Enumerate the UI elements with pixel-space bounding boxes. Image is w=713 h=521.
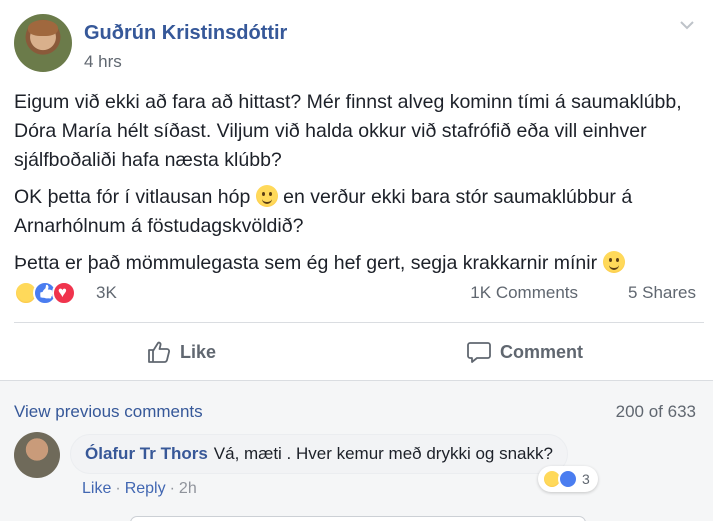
author-name[interactable]: Guðrún Kristinsdóttir [84, 22, 287, 45]
comment-reaction-count: 3 [582, 471, 590, 487]
reply-input-partial[interactable] [130, 516, 586, 521]
comment-reply-link[interactable]: Reply [125, 480, 166, 497]
shares-count[interactable]: 5 Shares [628, 283, 696, 303]
divider [0, 380, 713, 381]
reactions-summary: 3K 1K Comments 5 Shares [14, 280, 704, 308]
comment-author[interactable]: Ólafur Tr Thors [85, 444, 208, 464]
chevron-down-icon[interactable] [678, 16, 696, 34]
separator-dot: · [169, 480, 175, 497]
comment-button[interactable]: Comment [466, 336, 583, 368]
thumbs-up-icon [148, 341, 171, 363]
post-paragraph: Þetta er það mömmulegasta sem ég hef ger… [14, 249, 704, 278]
reaction-icons[interactable] [14, 281, 94, 305]
comment-bubble: Ólafur Tr Thors Vá, mæti . Hver kemur me… [70, 434, 568, 474]
post-actions: Like Comment [14, 326, 704, 378]
like-reaction-icon [558, 469, 578, 489]
post-paragraph: OK þetta fór í vitlausan hóp en verður e… [14, 185, 633, 237]
divider [14, 322, 704, 323]
author-avatar[interactable] [14, 14, 72, 72]
comments-count[interactable]: 1K Comments [470, 283, 578, 303]
comment-reactions[interactable]: 3 [538, 466, 598, 492]
love-reaction-icon [52, 281, 76, 305]
smiley-emoji-icon [602, 251, 625, 273]
comment-button-label: Comment [500, 341, 584, 362]
comment-bubble-icon [467, 342, 491, 363]
post-header: Guðrún Kristinsdóttir 4 hrs [14, 14, 704, 76]
smiley-emoji-icon [255, 185, 278, 207]
comments-section: View previous comments 200 of 633 Ólafur… [0, 380, 713, 521]
comment-timestamp[interactable]: 2h [179, 480, 197, 497]
post-paragraph: Eigum við ekki að fara að hittast? Mér f… [14, 91, 682, 171]
comment-actions: Like · Reply · 2h [82, 480, 197, 498]
comment-text: Vá, mæti . Hver kemur með drykki og snak… [213, 444, 553, 463]
separator-dot: · [115, 480, 121, 497]
reaction-count[interactable]: 3K [96, 283, 117, 303]
post-body: Eigum við ekki að fara að hittast? Mér f… [14, 88, 704, 286]
like-button[interactable]: Like [146, 336, 216, 368]
comments-pager: 200 of 633 [615, 402, 696, 421]
post-timestamp[interactable]: 4 hrs [84, 52, 122, 72]
commenter-avatar[interactable] [14, 432, 60, 478]
like-button-label: Like [180, 341, 217, 362]
view-previous-comments-link[interactable]: View previous comments [14, 402, 203, 422]
comment-like-link[interactable]: Like [82, 480, 111, 497]
